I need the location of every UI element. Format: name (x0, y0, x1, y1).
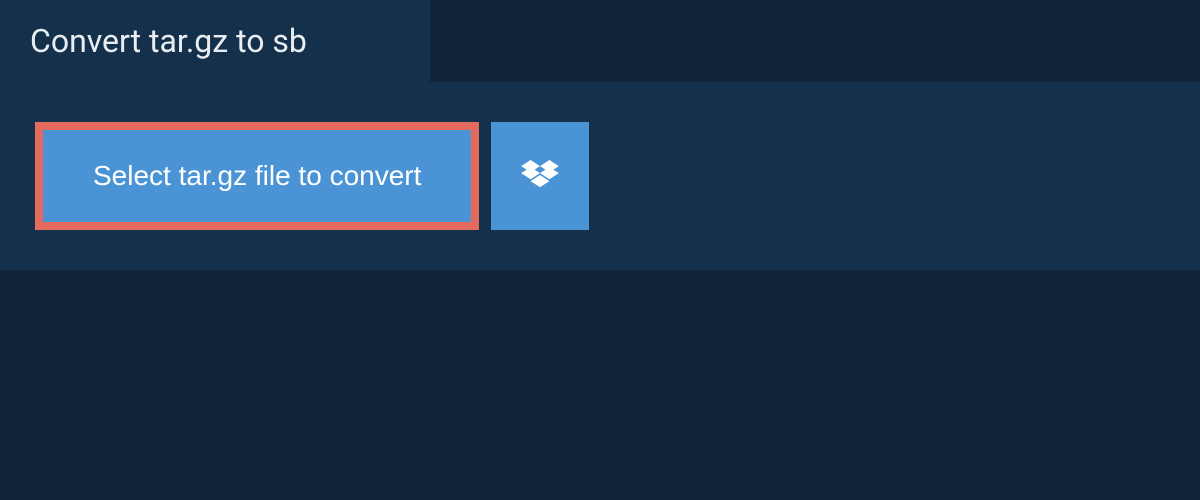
select-file-highlight-wrapper: Select tar.gz file to convert (35, 122, 479, 230)
select-file-button[interactable]: Select tar.gz file to convert (43, 130, 471, 222)
page-title: Convert tar.gz to sb (30, 22, 400, 60)
header-tab: Convert tar.gz to sb (0, 0, 430, 82)
dropbox-button[interactable] (491, 122, 589, 230)
button-row: Select tar.gz file to convert (35, 122, 1165, 230)
content-panel: Select tar.gz file to convert (0, 82, 1200, 270)
dropbox-icon (521, 160, 559, 192)
